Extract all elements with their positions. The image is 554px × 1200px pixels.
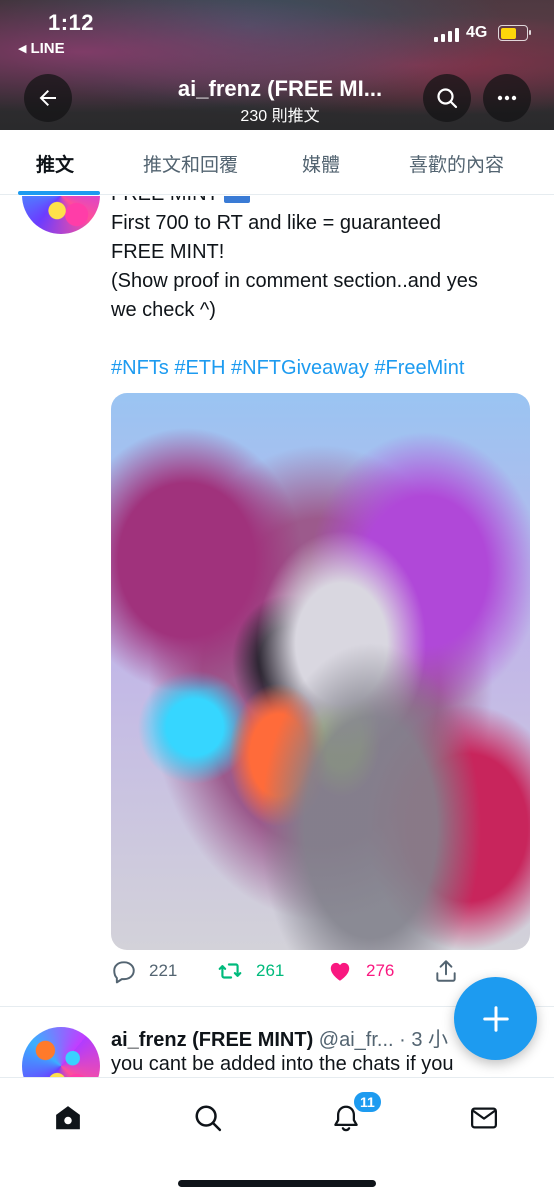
tweet-line: (Show proof in comment section..and yes <box>111 270 478 292</box>
battery-icon <box>498 25 531 41</box>
retweet-icon <box>218 963 242 979</box>
tab-tweets[interactable]: 推文 <box>36 150 74 177</box>
nav-home[interactable] <box>48 1098 88 1138</box>
tweet-hashtags[interactable]: #NFTs #ETH #NFTGiveaway #FreeMint <box>111 354 536 383</box>
wave-emoji-icon <box>223 196 250 203</box>
reply-count: 221 <box>149 961 178 980</box>
status-time: 1:12 <box>48 10 95 35</box>
mail-icon <box>471 1107 497 1129</box>
search-icon <box>195 1105 222 1132</box>
profile-title: ai_frenz (FREE MI... <box>177 76 383 101</box>
back-button[interactable] <box>24 74 72 122</box>
share-button[interactable] <box>433 958 459 984</box>
tweet-line: we check ^) <box>111 299 216 321</box>
avatar[interactable] <box>22 1027 100 1077</box>
tweet-text: FREE MINT First 700 to RT and like = gua… <box>111 196 536 383</box>
compose-tweet-button[interactable] <box>454 977 537 1060</box>
tweet-text: you cant be added into the chats if you <box>111 1053 454 1075</box>
back-app-label: LINE <box>30 40 65 57</box>
status-bar: 1:12 ◀ LINE 4G <box>0 0 554 64</box>
search-button[interactable] <box>423 74 471 122</box>
heart-icon <box>330 962 350 981</box>
profile-header: 1:12 ◀ LINE 4G ai_frenz (FREE MI... 230 … <box>0 0 554 130</box>
like-button[interactable]: 276 <box>326 958 394 984</box>
signal-icon <box>434 26 459 42</box>
search-icon <box>437 88 458 109</box>
profile-tabs: 推文 推文和回覆 媒體 喜歡的內容 <box>0 130 554 195</box>
reply-button[interactable]: 221 <box>111 958 177 984</box>
triangle-left-icon: ◀ <box>18 43 27 55</box>
avatar[interactable] <box>22 196 100 234</box>
back-to-app-link[interactable]: ◀ LINE <box>18 40 65 57</box>
tab-tweets-replies[interactable]: 推文和回覆 <box>143 150 238 177</box>
tab-media[interactable]: 媒體 <box>302 150 340 177</box>
home-indicator <box>178 1180 376 1187</box>
tweet-line: FREE MINT! <box>111 241 225 263</box>
retweet-count: 261 <box>256 961 285 980</box>
share-icon <box>436 960 456 982</box>
home-icon <box>56 1106 80 1130</box>
reply-icon <box>113 961 135 984</box>
like-count: 276 <box>366 961 395 980</box>
nav-search[interactable] <box>188 1098 228 1138</box>
arrow-left-icon <box>39 90 56 106</box>
author-handle-time: @ai_fr... · 3 小 <box>313 1029 449 1051</box>
nav-messages[interactable] <box>464 1098 504 1138</box>
tweet-count: 230 則推文 <box>240 108 320 125</box>
more-button[interactable] <box>483 74 531 122</box>
active-tab-indicator <box>18 191 100 195</box>
author-name[interactable]: ai_frenz (FREE MINT) <box>111 1029 313 1051</box>
network-label: 4G <box>466 24 488 41</box>
tweet-media-image[interactable] <box>111 393 530 950</box>
notification-badge: 11 <box>352 1090 383 1114</box>
tweet-line: First 700 to RT and like = guaranteed <box>111 212 442 234</box>
tweet-partial-line: FREE MINT <box>111 196 218 205</box>
tweet[interactable]: FREE MINT First 700 to RT and like = gua… <box>0 196 554 1006</box>
tweet-header: ai_frenz (FREE MINT) @ai_fr... · 3 小 <box>111 1023 471 1052</box>
tab-likes[interactable]: 喜歡的內容 <box>409 150 504 177</box>
more-icon <box>497 95 517 101</box>
retweet-button[interactable]: 261 <box>216 958 284 984</box>
plus-icon <box>482 1005 509 1032</box>
